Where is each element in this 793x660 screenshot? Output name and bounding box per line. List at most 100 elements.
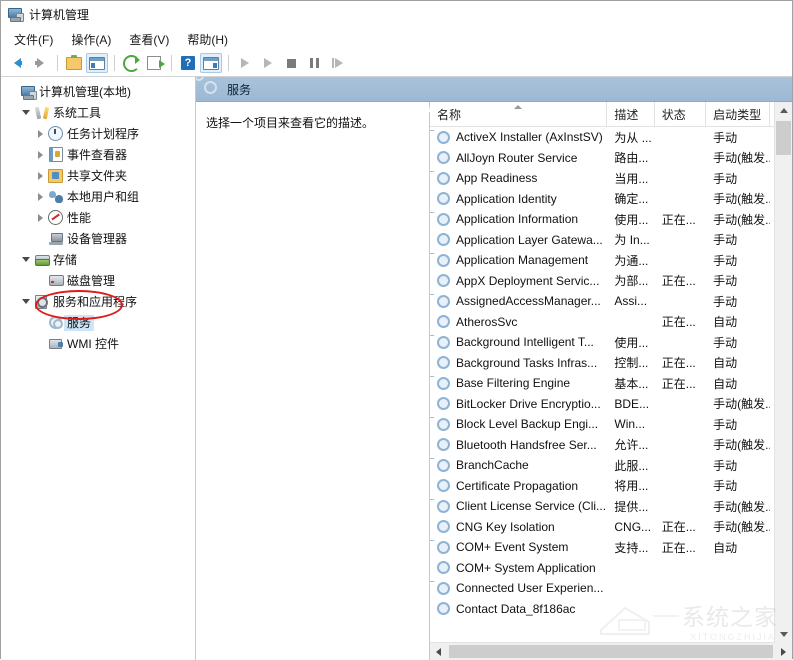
twisty-right-icon[interactable] bbox=[33, 171, 47, 180]
twisty-right-icon[interactable] bbox=[33, 129, 47, 138]
sidebar-item-storage[interactable]: 存储 bbox=[1, 249, 195, 270]
table-row[interactable]: Bluetooth Handsfree Ser...允许...手动(触发...本 bbox=[430, 435, 792, 456]
twisty-down-icon[interactable] bbox=[19, 110, 33, 115]
horizontal-scroll-track[interactable] bbox=[447, 644, 775, 659]
table-row[interactable]: Application Identity确定...手动(触发...本 bbox=[430, 189, 792, 210]
sort-ascending-icon bbox=[514, 105, 523, 109]
table-row[interactable]: BranchCache此服...手动网 bbox=[430, 455, 792, 476]
twisty-down-icon[interactable] bbox=[19, 299, 33, 304]
column-header-description[interactable]: 描述 bbox=[607, 102, 655, 126]
twisty-down-icon[interactable] bbox=[19, 257, 33, 262]
twisty-right-icon[interactable] bbox=[33, 192, 47, 201]
table-row[interactable]: Certificate Propagation将用...手动本 bbox=[430, 476, 792, 497]
tree-node-label: 设备管理器 bbox=[67, 231, 128, 246]
sidebar-item-local-users-groups[interactable]: 本地用户和组 bbox=[1, 186, 195, 207]
sidebar-item-shared-folders[interactable]: 共享文件夹 bbox=[1, 165, 195, 186]
service-startup-type-label: 手动(触发... bbox=[713, 397, 771, 412]
service-name-label: Contact Data_8f186ac bbox=[456, 601, 576, 616]
service-description-label: 控制... bbox=[614, 356, 649, 371]
table-row[interactable]: Block Level Backup Engi...Win...手动本 bbox=[430, 414, 792, 435]
table-row[interactable]: Application Management为通...手动本 bbox=[430, 250, 792, 271]
help-button[interactable]: ? bbox=[177, 53, 199, 73]
table-row[interactable]: Client License Service (Cli... 提供... 手动(触发… bbox=[430, 496, 792, 517]
table-row[interactable]: Application Information 使用... 正在... 手动(触发..… bbox=[430, 209, 792, 230]
back-button[interactable] bbox=[6, 53, 28, 73]
scroll-down-button[interactable] bbox=[775, 626, 792, 643]
service-name-cell: Block Level Backup Engi... bbox=[430, 417, 607, 431]
sidebar-item-system-tools[interactable]: 系统工具 bbox=[1, 102, 195, 123]
vertical-scroll-thumb[interactable] bbox=[776, 121, 791, 155]
table-row[interactable]: App Readiness当用...手动本 bbox=[430, 168, 792, 189]
pause-service-button[interactable] bbox=[303, 53, 325, 73]
table-row[interactable]: Application Layer Gatewa...为 In...手动本 bbox=[430, 230, 792, 251]
services-applications-icon bbox=[33, 295, 50, 309]
table-row[interactable]: AssignedAccessManager...Assi...手动本 bbox=[430, 291, 792, 312]
table-row[interactable]: ActiveX Installer (AxInstSV)为从 ...手动本 bbox=[430, 127, 792, 148]
service-startup-type-cell: 手动 bbox=[706, 334, 770, 351]
table-row[interactable]: Contact Data_8f186ac本 bbox=[430, 599, 792, 620]
table-row[interactable]: Base Filtering Engine基本...正在...自动本 bbox=[430, 373, 792, 394]
device-manager-icon bbox=[47, 232, 64, 245]
scroll-left-button[interactable] bbox=[430, 643, 447, 660]
twisty-right-icon[interactable] bbox=[33, 150, 47, 159]
scroll-up-button[interactable] bbox=[775, 102, 792, 119]
service-startup-type-cell: 手动(触发... bbox=[706, 190, 770, 207]
sidebar-item-services[interactable]: 服务 bbox=[1, 312, 195, 333]
service-status-label: 正在... bbox=[661, 356, 696, 371]
menu-item-action[interactable]: 操作(A) bbox=[62, 29, 120, 50]
column-header-name[interactable]: 名称 bbox=[430, 102, 608, 126]
column-header-label: 描述 bbox=[614, 107, 639, 122]
sidebar-item-device-manager[interactable]: 设备管理器 bbox=[1, 228, 195, 249]
menu-item-view[interactable]: 查看(V) bbox=[120, 29, 178, 50]
window-title: 计算机管理 bbox=[29, 7, 90, 22]
sidebar-item-performance[interactable]: 性能 bbox=[1, 207, 195, 228]
table-row[interactable]: AtherosSvc正在...自动本 bbox=[430, 312, 792, 333]
horizontal-scrollbar[interactable] bbox=[430, 642, 792, 660]
table-row[interactable]: CNG Key IsolationCNG...正在...手动(触发...本 bbox=[430, 517, 792, 538]
table-row[interactable]: Connected User Experien...本 bbox=[430, 578, 792, 599]
service-name-label: BranchCache bbox=[456, 458, 529, 473]
column-header-status[interactable]: 状态 bbox=[655, 102, 707, 126]
show-action-pane-button[interactable] bbox=[200, 53, 222, 73]
restart-service-button[interactable] bbox=[326, 53, 348, 73]
stop-service-button[interactable] bbox=[280, 53, 302, 73]
column-header-startup-type[interactable]: 启动类型 bbox=[706, 102, 771, 126]
menu-item-help[interactable]: 帮助(H) bbox=[178, 29, 237, 50]
table-row[interactable]: COM+ Event System支持...正在...自动本 bbox=[430, 537, 792, 558]
service-name-cell: Application Identity bbox=[430, 192, 607, 206]
tree-node-root[interactable]: 计算机管理(本地) bbox=[1, 81, 195, 102]
table-row[interactable]: Background Intelligent T...使用...手动本 bbox=[430, 332, 792, 353]
sidebar-item-services-and-applications[interactable]: 服务和应用程序 bbox=[1, 291, 195, 312]
service-gear-icon bbox=[437, 295, 451, 308]
table-row[interactable]: BitLocker Drive Encryptio... BDE... 手动(触发.… bbox=[430, 394, 792, 415]
console-tree-icon bbox=[89, 56, 105, 70]
table-row[interactable]: COM+ System Application本 bbox=[430, 558, 792, 579]
horizontal-scroll-thumb[interactable] bbox=[449, 645, 773, 658]
show-hide-console-tree-button[interactable] bbox=[86, 53, 108, 73]
resume-service-button[interactable] bbox=[257, 53, 279, 73]
forward-button[interactable] bbox=[29, 53, 51, 73]
service-description-label: 为 In... bbox=[614, 233, 650, 248]
refresh-button[interactable] bbox=[120, 53, 142, 73]
menu-item-file[interactable]: 文件(F) bbox=[5, 29, 62, 50]
twisty-right-icon[interactable] bbox=[33, 213, 47, 222]
service-startup-type-label: 自动 bbox=[713, 356, 738, 371]
service-status-label: 正在... bbox=[661, 274, 696, 289]
tree-node-label: 事件查看器 bbox=[67, 147, 128, 162]
sidebar-item-disk-management[interactable]: 磁盘管理 bbox=[1, 270, 195, 291]
local-users-groups-icon bbox=[47, 190, 64, 203]
sidebar-item-task-scheduler[interactable]: 任务计划程序 bbox=[1, 123, 195, 144]
scroll-right-button[interactable] bbox=[775, 643, 792, 660]
table-row[interactable]: Background Tasks Infras...控制...正在...自动本 bbox=[430, 353, 792, 374]
up-folder-button[interactable] bbox=[63, 53, 85, 73]
start-service-button[interactable] bbox=[234, 53, 256, 73]
service-gear-icon bbox=[437, 172, 451, 185]
service-startup-type-label: 手动 bbox=[713, 294, 738, 309]
sidebar-item-event-viewer[interactable]: 事件查看器 bbox=[1, 144, 195, 165]
sidebar-item-wmi-control[interactable]: WMI 控件 bbox=[1, 333, 195, 354]
vertical-scrollbar[interactable] bbox=[774, 102, 792, 643]
table-row[interactable]: AllJoyn Router Service路由...手动(触发...本 bbox=[430, 148, 792, 169]
service-description-label: 路由... bbox=[614, 151, 649, 166]
table-row[interactable]: AppX Deployment Servic...为部...正在...手动本 bbox=[430, 271, 792, 292]
export-list-button[interactable] bbox=[143, 53, 165, 73]
